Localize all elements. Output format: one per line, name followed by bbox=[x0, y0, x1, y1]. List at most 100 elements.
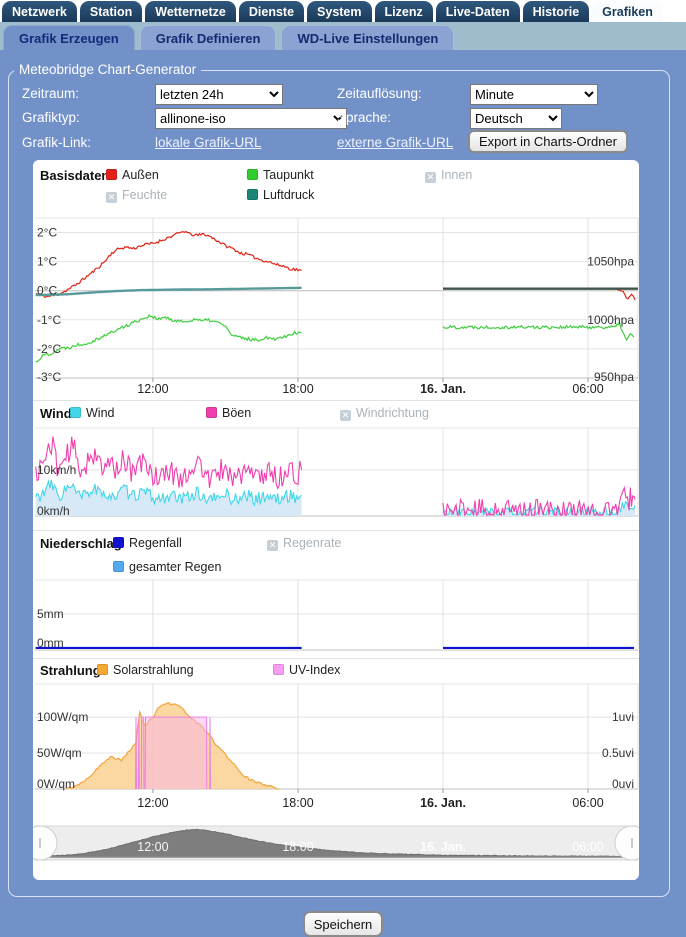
x-axis-label: 18:00 bbox=[282, 796, 313, 810]
legend-label: Innen bbox=[441, 168, 472, 182]
legend-item-regenrate[interactable]: ✕ Regenrate bbox=[267, 536, 341, 550]
series-color-swatch bbox=[247, 169, 258, 180]
x-axis-label: 06:00 bbox=[572, 796, 603, 810]
nav-tab-historie[interactable]: Historie bbox=[523, 1, 590, 22]
series-hidden-icon: ✕ bbox=[267, 540, 278, 551]
y-axis-label: 0km/h bbox=[37, 504, 70, 518]
x-axis-label: 12:00 bbox=[137, 796, 168, 810]
zeitraum-select[interactable]: letzten 24h bbox=[155, 84, 283, 105]
y-axis-label: 0mm bbox=[37, 636, 64, 650]
export-charts-button[interactable]: Export in Charts-Ordner bbox=[468, 130, 628, 153]
legend-label: Außen bbox=[122, 168, 159, 182]
legend-item-wind[interactable]: Wind bbox=[70, 406, 114, 420]
chart-divider bbox=[33, 530, 639, 531]
legend-item-feuchte[interactable]: ✕Feuchte bbox=[106, 188, 167, 202]
top-nav-bar: NetzwerkStationWetternetzeDiensteSystemL… bbox=[0, 0, 686, 22]
sprache-select[interactable]: Deutsch bbox=[470, 108, 562, 129]
legend-label: Taupunkt bbox=[263, 168, 314, 182]
series-color-swatch bbox=[273, 664, 284, 675]
chart-divider bbox=[33, 658, 639, 659]
legend-item-windrichtung[interactable]: ✕ Windrichtung bbox=[340, 406, 429, 420]
zeitaufloesung-label: Zeitauflösung: bbox=[337, 86, 422, 101]
x-axis-label: 16. Jan. bbox=[420, 796, 466, 810]
navigator-x-label: 16. Jan. bbox=[420, 840, 466, 854]
x-axis-label: 12:00 bbox=[137, 382, 168, 396]
chart-title-strahlung: Strahlung bbox=[40, 663, 101, 678]
legend-label: Solarstrahlung bbox=[113, 663, 194, 677]
y-axis-right-label: 0uvi bbox=[612, 777, 634, 791]
chart-title-niederschlag: Niederschlag bbox=[40, 536, 122, 551]
series-color-swatch bbox=[70, 407, 81, 418]
nav-tab-netzwerk[interactable]: Netzwerk bbox=[2, 1, 77, 22]
grafiktyp-label: Grafiktyp: bbox=[22, 110, 80, 125]
legend-label: Feuchte bbox=[122, 188, 167, 202]
navigator-x-label: 18:00 bbox=[282, 840, 313, 854]
y-axis-label: 2°C bbox=[37, 226, 57, 240]
y-axis-label: -1°C bbox=[37, 313, 61, 327]
grafik-link-label: Grafik-Link: bbox=[22, 135, 91, 150]
sub-tab-grafik-erzeugen[interactable]: Grafik Erzeugen bbox=[3, 25, 135, 50]
y-axis-label: -2°C bbox=[37, 342, 61, 356]
y-axis-label: 10km/h bbox=[37, 463, 76, 477]
y-axis-label: -3°C bbox=[37, 370, 61, 384]
sub-tab-wd-live-einstellungen[interactable]: WD-Live Einstellungen bbox=[281, 25, 454, 50]
y-axis-label: 0W/qm bbox=[37, 777, 75, 791]
legend-label: Luftdruck bbox=[263, 188, 314, 202]
legend-item-gesamter-regen[interactable]: gesamter Regen bbox=[113, 560, 221, 574]
series-color-swatch bbox=[247, 189, 258, 200]
nav-tab-live-daten[interactable]: Live-Daten bbox=[436, 1, 520, 22]
external-graph-url-link[interactable]: externe Grafik-URL bbox=[337, 135, 453, 150]
y-axis-label: 0°C bbox=[37, 284, 57, 298]
series-color-swatch bbox=[106, 169, 117, 180]
y-axis-right-label: 0.5uvi bbox=[602, 746, 634, 760]
series-hidden-icon: ✕ bbox=[425, 172, 436, 183]
fieldset-legend: Meteobridge Chart-Generator bbox=[14, 62, 201, 77]
chart-title-basisdaten: Basisdaten bbox=[40, 168, 109, 183]
niederschlag-chart: 5mm0mm bbox=[33, 576, 639, 656]
nav-tab-dienste[interactable]: Dienste bbox=[239, 1, 304, 22]
chart-panel: BasisdatenAußenTaupunkt✕Innen✕FeuchteLuf… bbox=[33, 160, 639, 880]
grafiktyp-select[interactable]: allinone-iso bbox=[155, 108, 347, 129]
x-axis-label: 06:00 bbox=[572, 382, 603, 396]
legend-label: Windrichtung bbox=[356, 406, 429, 420]
legend-item-luftdruck[interactable]: Luftdruck bbox=[247, 188, 314, 202]
y-axis-right-label: 1000hpa bbox=[587, 313, 634, 327]
sub-nav-bar: Grafik ErzeugenGrafik DefinierenWD-Live … bbox=[0, 22, 686, 50]
legend-item-böen[interactable]: Böen bbox=[206, 406, 251, 420]
y-axis-label: 50W/qm bbox=[37, 746, 82, 760]
nav-tab-wetternetze[interactable]: Wetternetze bbox=[145, 1, 236, 22]
legend-item-innen[interactable]: ✕ Innen bbox=[425, 168, 472, 182]
chart-title-wind: Wind bbox=[40, 406, 72, 421]
legend-item-taupunkt[interactable]: Taupunkt bbox=[247, 168, 314, 182]
series-color-swatch bbox=[206, 407, 217, 418]
legend-label: Regenfall bbox=[129, 536, 182, 550]
wind-chart: 10km/h 0km/h bbox=[33, 424, 639, 524]
local-graph-url-link[interactable]: lokale Grafik-URL bbox=[155, 135, 262, 150]
y-axis-label: 1°C bbox=[37, 255, 57, 269]
legend-item-regenfall[interactable]: Regenfall bbox=[113, 536, 182, 550]
save-button[interactable]: Speichern bbox=[303, 911, 383, 937]
legend-label: gesamter Regen bbox=[129, 560, 221, 574]
x-axis-label: 16. Jan. bbox=[420, 382, 466, 396]
time-range-navigator[interactable]: 12:0018:0016. Jan.06:00 bbox=[33, 820, 639, 870]
legend-label: Regenrate bbox=[283, 536, 341, 550]
zeitraum-label: Zeitraum: bbox=[22, 86, 79, 101]
nav-tab-grafiken[interactable]: Grafiken bbox=[592, 1, 663, 22]
sub-tab-grafik-definieren[interactable]: Grafik Definieren bbox=[140, 25, 277, 50]
nav-tab-system[interactable]: System bbox=[307, 1, 371, 22]
chart-divider bbox=[33, 400, 639, 401]
navigator-x-label: 12:00 bbox=[137, 840, 168, 854]
y-axis-right-label: 1050hpa bbox=[587, 255, 634, 269]
nav-tab-station[interactable]: Station bbox=[80, 1, 142, 22]
nav-tab-lizenz[interactable]: Lizenz bbox=[375, 1, 433, 22]
basisdaten-chart: 2°C1°C0°C-1°C-2°C-3°C1050hpa1000hpa950hp… bbox=[33, 212, 639, 400]
legend-item-uv-index[interactable]: UV-Index bbox=[273, 663, 340, 677]
legend-item-solarstrahlung[interactable]: Solarstrahlung bbox=[97, 663, 194, 677]
x-axis-label: 18:00 bbox=[282, 382, 313, 396]
series-hidden-icon: ✕ bbox=[340, 410, 351, 421]
legend-item-außen[interactable]: Außen bbox=[106, 168, 159, 182]
zeitaufloesung-select[interactable]: Minute bbox=[470, 84, 598, 105]
strahlung-chart: 100W/qm50W/qm0W/qm1uvi0.5uvi0uvi12:0018:… bbox=[33, 680, 639, 816]
sprache-label: Sprache: bbox=[337, 110, 391, 125]
series-color-swatch bbox=[113, 561, 124, 572]
